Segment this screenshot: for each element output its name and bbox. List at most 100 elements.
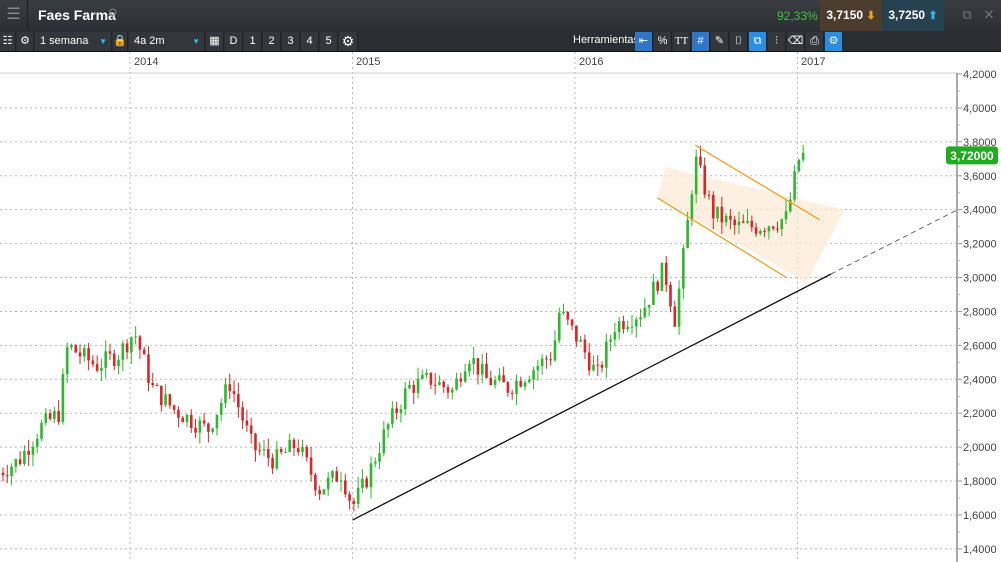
candle-body — [694, 156, 698, 195]
tag-icon[interactable]: ⌫ — [787, 32, 805, 51]
candle-body — [275, 449, 279, 469]
candle-body — [532, 370, 535, 380]
year-label: 2014 — [134, 56, 159, 68]
text-tool-button[interactable]: TT — [673, 32, 691, 51]
interval-select[interactable]: 1 semana ▼ — [35, 32, 112, 51]
candle-body — [540, 358, 544, 367]
candle-body — [352, 500, 356, 505]
candle-body — [626, 326, 630, 330]
back-icon[interactable]: ⇤ — [635, 32, 653, 51]
candle-body — [480, 363, 484, 375]
candle-body — [660, 262, 664, 291]
candle-body — [27, 450, 30, 455]
candle-body — [711, 195, 715, 219]
candle-body — [776, 228, 779, 230]
candle-body — [733, 219, 736, 226]
candle-body — [609, 339, 612, 342]
candle-body — [592, 364, 595, 371]
candle-body — [716, 206, 719, 219]
period-5[interactable]: 5 — [320, 32, 338, 51]
candle-body — [399, 409, 403, 413]
year-label: 2015 — [356, 56, 381, 68]
candle-body — [502, 375, 505, 383]
candle-body — [557, 312, 561, 341]
close-icon[interactable]: ✕ — [980, 7, 998, 25]
gear-icon[interactable]: ⚙ — [17, 32, 34, 51]
candle-body — [279, 449, 283, 453]
candle-body — [583, 339, 587, 353]
candle-body — [664, 262, 668, 285]
candle-icon[interactable]: ⌷ — [730, 32, 748, 51]
candle-body — [292, 439, 296, 449]
candle-body — [48, 413, 52, 419]
candle-body — [211, 428, 214, 432]
candle-body — [596, 364, 600, 366]
period-2[interactable]: 2 — [263, 32, 281, 51]
candle-body — [189, 414, 193, 428]
candle-body — [553, 340, 557, 361]
candle-body — [181, 417, 185, 423]
sell-price: 3,7150 — [826, 8, 864, 22]
range-select[interactable]: 4a 2m ▼ — [129, 32, 205, 51]
settings-gear-icon[interactable]: ⚙ — [339, 32, 358, 51]
y-tick-label: 3,4000 — [963, 205, 997, 217]
period-1[interactable]: 1 — [244, 32, 262, 51]
arrow-down-icon: ⬇ — [866, 10, 876, 22]
last-price-label: 3,72000 — [950, 149, 994, 163]
candle-body — [305, 447, 309, 458]
list-icon[interactable]: ☷ — [0, 32, 16, 51]
buy-button[interactable]: 3,7250 ⬆ — [882, 0, 944, 31]
candle-body — [365, 478, 369, 488]
chart-toolbar: ☷ ⚙ 1 semana ▼ 🔒 4a 2m ▼ ▦ D 1 2 3 4 5 ⚙ H… — [0, 31, 1001, 52]
year-label: 2016 — [579, 56, 604, 68]
config-icon[interactable]: ⚙ — [825, 32, 843, 51]
detach-icon[interactable]: ⧉ — [958, 7, 976, 25]
search-icon[interactable]: ⚲ — [108, 6, 118, 22]
candle-body — [219, 402, 223, 415]
candle-body — [117, 359, 120, 366]
candle-body — [545, 358, 548, 360]
candle-body — [271, 457, 274, 469]
y-tick-label: 2,6000 — [963, 340, 997, 352]
candle-body — [677, 288, 681, 327]
sell-button[interactable]: 3,7150 ⬇ — [820, 0, 882, 31]
candle-body — [155, 385, 159, 387]
y-tick-label: 1,8000 — [963, 476, 997, 488]
candle-body — [767, 226, 771, 232]
print-icon[interactable]: ⎙ — [806, 32, 824, 51]
candle-body — [57, 411, 60, 422]
candle-body — [446, 387, 450, 393]
period-d[interactable]: D — [225, 32, 243, 51]
candle-body — [421, 374, 424, 379]
period-3[interactable]: 3 — [282, 32, 300, 51]
draw-icon[interactable]: ✎ — [711, 32, 729, 51]
candle-body — [703, 165, 707, 195]
windows-icon[interactable]: ⧉ — [749, 32, 767, 51]
menu-icon[interactable]: ☰ — [0, 0, 28, 31]
lock-icon[interactable]: 🔒 — [113, 32, 128, 51]
candle-body — [587, 352, 591, 371]
candle-body — [763, 231, 766, 233]
candle-body — [160, 385, 163, 406]
percent-button[interactable]: % — [654, 32, 672, 51]
candle-body — [284, 451, 287, 453]
candle-body — [177, 409, 180, 418]
range-value: 4a 2m — [134, 35, 165, 47]
candle-body — [682, 248, 685, 289]
candle-body — [70, 345, 73, 348]
period-4[interactable]: 4 — [301, 32, 319, 51]
candle-body — [485, 363, 488, 379]
candle-body — [408, 384, 411, 389]
candle-body — [570, 319, 574, 326]
price-chart[interactable]: 4,20004,00003,80003,60003,40003,20003,00… — [0, 52, 1001, 562]
candle-body — [510, 392, 514, 394]
candle-body — [344, 480, 347, 495]
calendar-icon[interactable]: ▦ — [206, 32, 224, 51]
candle-body — [515, 380, 518, 394]
grid-icon[interactable]: # — [692, 32, 710, 51]
candle-body — [296, 448, 300, 452]
candle-body — [793, 171, 796, 200]
indicator-icon[interactable]: ⫶ — [768, 32, 786, 51]
candle-body — [759, 231, 762, 234]
candle-body — [224, 384, 227, 403]
